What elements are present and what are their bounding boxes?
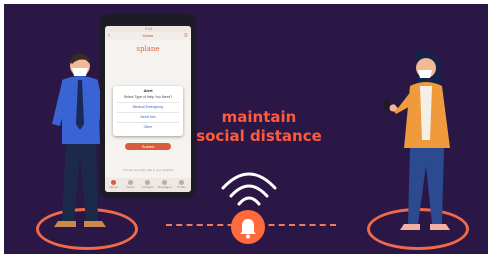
tab-label: Profile — [177, 185, 186, 189]
app-logo: splane — [136, 45, 160, 53]
tab-contacts[interactable]: Contacts — [139, 179, 156, 192]
tab-label: Home — [109, 185, 118, 189]
tab-bar: Home Alerts Contacts Messages Profile — [105, 178, 191, 192]
dialog-title: Alert — [143, 88, 153, 93]
woman-with-mask-figure — [384, 51, 450, 230]
status-note: You are currently safe in your location — [122, 168, 174, 172]
dialog-subtitle: Select Type of Help You Need? — [123, 95, 173, 99]
headline: maintain social distance — [194, 108, 324, 146]
tab-alerts[interactable]: Alerts — [122, 179, 139, 192]
alert-dialog: Alert Select Type of Help You Need? Medi… — [113, 86, 183, 136]
menu-icon[interactable]: ≡ — [184, 32, 188, 40]
bell-icon — [240, 219, 256, 239]
tab-messages[interactable]: Messages — [156, 179, 173, 192]
app-bar: ‹ Home ≡ — [105, 32, 191, 40]
option-medical-emergency[interactable]: Medical Emergency — [117, 102, 179, 111]
illustration-scene: 9:41 ‹ Home ≡ splane Alert Select Type o… — [4, 4, 488, 254]
option-need-info[interactable]: Need Info — [117, 112, 179, 121]
tab-label: Contacts — [141, 185, 154, 189]
option-other[interactable]: Other — [117, 122, 179, 131]
headline-line-1: maintain — [221, 108, 297, 126]
phone-screen: 9:41 ‹ Home ≡ splane Alert Select Type o… — [105, 26, 191, 192]
tab-profile[interactable]: Profile — [173, 179, 190, 192]
bell-badge — [231, 210, 265, 244]
submit-button[interactable]: Submit — [125, 143, 171, 150]
tab-home[interactable]: Home — [105, 179, 122, 192]
signal-waves-icon — [221, 172, 277, 206]
headline-line-2: social distance — [196, 127, 322, 145]
tab-label: Messages — [157, 185, 172, 189]
tab-label: Alerts — [126, 185, 135, 189]
app-title: Home — [142, 33, 154, 38]
back-arrow-icon[interactable]: ‹ — [108, 32, 110, 40]
